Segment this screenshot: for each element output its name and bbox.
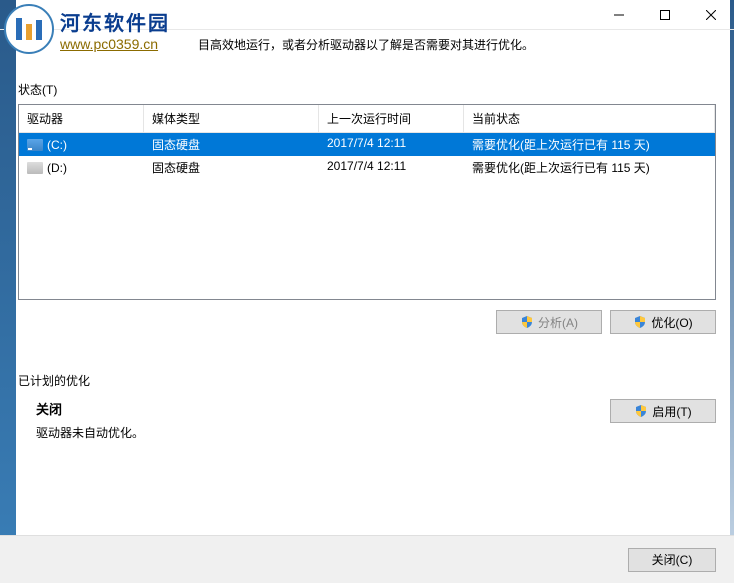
col-header-media[interactable]: 媒体类型 xyxy=(144,105,319,132)
drive-lastrun: 2017/7/4 12:11 xyxy=(319,133,464,156)
col-header-status[interactable]: 当前状态 xyxy=(464,105,715,132)
drive-media: 固态硬盘 xyxy=(144,133,319,156)
watermark-logo-icon xyxy=(4,4,54,54)
drive-icon xyxy=(27,139,43,151)
col-header-lastrun[interactable]: 上一次运行时间 xyxy=(319,105,464,132)
minimize-button[interactable] xyxy=(596,0,642,30)
drive-row[interactable]: (D:) 固态硬盘2017/7/4 12:11需要优化(距上次运行已有 115 天… xyxy=(19,156,715,179)
status-label: 状态(T) xyxy=(18,81,716,98)
drive-icon xyxy=(27,162,43,174)
scheduled-desc: 驱动器未自动优化。 xyxy=(36,424,590,441)
drive-status: 需要优化(距上次运行已有 115 天) xyxy=(464,156,715,179)
drive-list: 驱动器 媒体类型 上一次运行时间 当前状态 (C:) 固态硬盘2017/7/4 1… xyxy=(18,104,716,300)
optimize-label: 优化(O) xyxy=(651,314,692,331)
close-button[interactable] xyxy=(688,0,734,30)
drive-media: 固态硬盘 xyxy=(144,156,319,179)
close-dialog-button[interactable]: 关闭(C) xyxy=(628,548,716,572)
watermark-title: 河东软件园 xyxy=(60,7,170,36)
maximize-button[interactable] xyxy=(642,0,688,30)
drive-list-header: 驱动器 媒体类型 上一次运行时间 当前状态 xyxy=(19,105,715,133)
analyze-label: 分析(A) xyxy=(538,314,578,331)
drive-name: (C:) xyxy=(47,138,67,152)
enable-label: 启用(T) xyxy=(652,403,691,420)
watermark: 河东软件园 www.pc0359.cn xyxy=(4,4,170,54)
close-label: 关闭(C) xyxy=(652,551,693,568)
drive-name: (D:) xyxy=(47,161,67,175)
scheduled-status: 关闭 xyxy=(36,399,590,418)
drive-row[interactable]: (C:) 固态硬盘2017/7/4 12:11需要优化(距上次运行已有 115 天… xyxy=(19,133,715,156)
scheduled-title: 已计划的优化 xyxy=(18,372,716,389)
optimize-button[interactable]: 优化(O) xyxy=(610,310,716,334)
shield-icon xyxy=(520,315,534,329)
enable-button[interactable]: 启用(T) xyxy=(610,399,716,423)
footer: 关闭(C) xyxy=(0,535,734,583)
shield-icon xyxy=(633,315,647,329)
drive-lastrun: 2017/7/4 12:11 xyxy=(319,156,464,179)
analyze-button[interactable]: 分析(A) xyxy=(496,310,602,334)
drive-status: 需要优化(距上次运行已有 115 天) xyxy=(464,133,715,156)
col-header-drive[interactable]: 驱动器 xyxy=(19,105,144,132)
shield-icon xyxy=(634,404,648,418)
watermark-url: www.pc0359.cn xyxy=(60,36,170,52)
